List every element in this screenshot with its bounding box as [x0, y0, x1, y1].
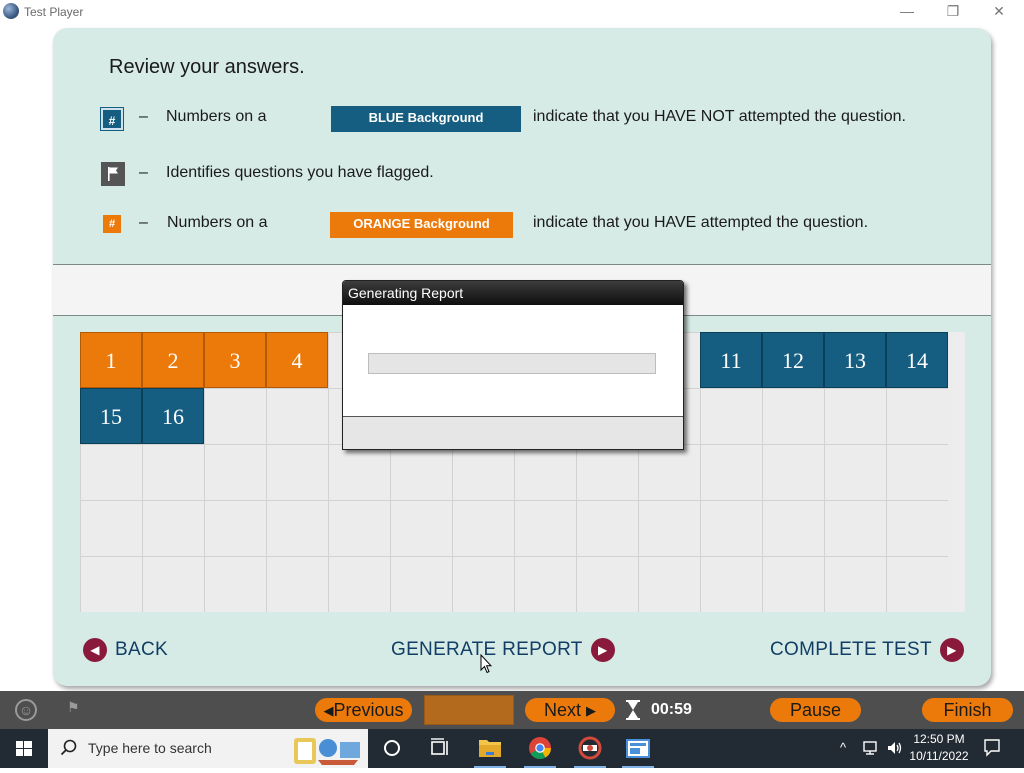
- dialog-footer: [343, 416, 683, 449]
- finish-button[interactable]: Finish: [922, 698, 1013, 722]
- generate-report-button[interactable]: GENERATE REPORT ▶: [391, 638, 615, 664]
- task-view-button[interactable]: [416, 729, 464, 768]
- test-player-window-icon: [626, 739, 650, 758]
- network-icon[interactable]: [862, 739, 880, 757]
- windows-taskbar: Type here to search ^ 12:50 PM 10/11/202…: [0, 729, 1024, 768]
- previous-label: Previous: [333, 700, 404, 720]
- legend-dash: –: [139, 214, 148, 231]
- windows-start-button[interactable]: [0, 729, 48, 768]
- blue-number-marker: #: [100, 107, 124, 131]
- search-icon: [60, 739, 77, 756]
- orange-background-chip: ORANGE Background: [330, 212, 513, 238]
- app-red-circle-icon: [578, 736, 602, 760]
- legend-prefix-text: Numbers on a: [167, 214, 268, 231]
- app-button-red[interactable]: [566, 729, 614, 768]
- question-cell-11[interactable]: 11: [700, 332, 762, 388]
- pause-button[interactable]: Pause: [770, 698, 861, 722]
- question-cell-3[interactable]: 3: [204, 332, 266, 388]
- question-cell-12[interactable]: 12: [762, 332, 824, 388]
- question-cell-4[interactable]: 4: [266, 332, 328, 388]
- report-progress-bar: [368, 353, 656, 374]
- back-button[interactable]: ◀ BACK: [83, 638, 168, 664]
- cortana-button[interactable]: [368, 729, 416, 768]
- question-cell-1[interactable]: 1: [80, 332, 142, 388]
- grid-scrollbar[interactable]: [953, 332, 965, 612]
- complete-test-label: COMPLETE TEST: [770, 639, 932, 660]
- flag-marker-icon: [101, 162, 125, 186]
- mouse-cursor-icon: [480, 654, 492, 674]
- accessibility-icon[interactable]: ☺: [15, 699, 37, 721]
- window-title: Test Player: [24, 5, 84, 19]
- review-heading: Review your answers.: [109, 56, 305, 78]
- flag-icon[interactable]: ⚑: [67, 699, 89, 721]
- notifications-icon[interactable]: [983, 738, 1001, 758]
- show-hidden-icons-chevron-icon[interactable]: ^: [840, 740, 846, 755]
- taskbar-search-box[interactable]: Type here to search: [48, 729, 368, 768]
- orange-number-marker: #: [103, 215, 121, 233]
- windows-logo-icon: [16, 741, 32, 756]
- next-label: Next: [543, 700, 581, 720]
- question-cell-16[interactable]: 16: [142, 388, 204, 444]
- hourglass-icon: [626, 700, 640, 720]
- arrow-left-icon: ◀: [323, 703, 334, 718]
- legend-prefix-text: Numbers on a: [166, 108, 267, 125]
- minimize-button[interactable]: —: [884, 0, 930, 24]
- legend-dash: –: [139, 108, 148, 125]
- question-cell-14[interactable]: 14: [886, 332, 948, 388]
- search-placeholder: Type here to search: [88, 740, 212, 756]
- chrome-button[interactable]: [516, 729, 564, 768]
- chevron-right-icon: ▶: [590, 638, 615, 662]
- question-cell-13[interactable]: 13: [824, 332, 886, 388]
- legend-suffix-text: indicate that you HAVE NOT attempted the…: [533, 108, 906, 125]
- clock-date[interactable]: 10/11/2022: [908, 749, 970, 763]
- question-cell-2[interactable]: 2: [142, 332, 204, 388]
- previous-button[interactable]: ◀Previous: [315, 698, 412, 722]
- task-view-icon: [431, 738, 448, 755]
- arrow-right-icon: ▶: [586, 703, 597, 718]
- legend-flag-text: Identifies questions you have flagged.: [166, 164, 434, 181]
- legend-suffix-text: indicate that you HAVE attempted the que…: [533, 214, 869, 231]
- chrome-icon: [529, 737, 551, 759]
- timer-display: 00:59: [651, 701, 692, 718]
- close-button[interactable]: ✕: [976, 0, 1022, 24]
- chevron-left-icon: ◀: [83, 638, 107, 662]
- dialog-title: Generating Report: [343, 281, 683, 305]
- chevron-right-icon: ▶: [939, 638, 964, 662]
- volume-icon[interactable]: [886, 739, 904, 757]
- file-explorer-button[interactable]: [466, 729, 514, 768]
- generating-report-dialog: Generating Report: [342, 280, 684, 450]
- folder-icon: [479, 740, 501, 757]
- app-globe-icon: [3, 3, 19, 19]
- search-highlight-art-icon: [294, 738, 360, 765]
- window-title-bar: Test Player — ❐ ✕: [0, 0, 1024, 24]
- legend-dash: –: [139, 164, 148, 181]
- next-button[interactable]: Next ▶: [525, 698, 615, 722]
- blue-background-chip: BLUE Background: [331, 106, 521, 132]
- cortana-circle-icon: [384, 740, 400, 756]
- test-player-taskbar-button[interactable]: [614, 729, 662, 768]
- back-label: BACK: [115, 639, 168, 660]
- restore-button[interactable]: ❐: [930, 0, 976, 24]
- player-toolbar: ☺ ⚑ ◀Previous Next ▶ 00:59 Pause Finish: [0, 691, 1024, 729]
- question-indicator-box: [424, 695, 514, 725]
- clock-time[interactable]: 12:50 PM: [908, 732, 970, 746]
- question-cell-15[interactable]: 15: [80, 388, 142, 444]
- complete-test-button[interactable]: COMPLETE TEST ▶: [770, 638, 964, 664]
